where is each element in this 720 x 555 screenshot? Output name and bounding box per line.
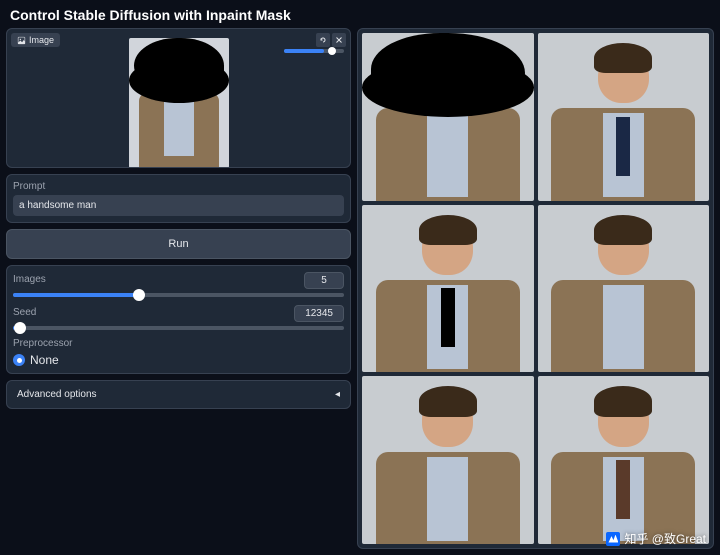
- watermark: 知乎 @致Great: [606, 530, 706, 547]
- run-button[interactable]: Run: [6, 229, 351, 259]
- preprocessor-option-label: None: [30, 353, 59, 367]
- gallery-image[interactable]: [362, 33, 534, 201]
- output-gallery: [357, 28, 714, 549]
- image-icon: [17, 36, 26, 45]
- gallery-image[interactable]: [538, 205, 710, 373]
- advanced-options-label: Advanced options: [17, 389, 97, 400]
- seed-slider[interactable]: [13, 326, 344, 330]
- radio-icon: [13, 354, 25, 366]
- image-tab-label: Image: [29, 35, 54, 45]
- images-value[interactable]: 5: [304, 272, 344, 289]
- advanced-options-accordion[interactable]: Advanced options ◂: [6, 380, 351, 409]
- prompt-input[interactable]: [13, 195, 344, 216]
- page-title: Control Stable Diffusion with Inpaint Ma…: [0, 0, 720, 28]
- settings-panel: Images 5 Seed 12345 Preprocessor: [6, 265, 351, 374]
- prompt-label: Prompt: [13, 181, 344, 192]
- gallery-image[interactable]: [538, 376, 710, 544]
- prompt-panel: Prompt: [6, 174, 351, 223]
- seed-label: Seed: [13, 307, 36, 318]
- seed-value[interactable]: 12345: [294, 305, 344, 322]
- masked-input-image[interactable]: [129, 38, 229, 168]
- gallery-image[interactable]: [362, 205, 534, 373]
- close-icon[interactable]: [332, 33, 346, 47]
- gallery-image[interactable]: [538, 33, 710, 201]
- image-upload-panel[interactable]: Image: [6, 28, 351, 168]
- gallery-image[interactable]: [362, 376, 534, 544]
- images-label: Images: [13, 274, 46, 285]
- images-slider[interactable]: [13, 293, 344, 297]
- preprocessor-label: Preprocessor: [13, 338, 344, 349]
- image-tab[interactable]: Image: [11, 33, 60, 47]
- brush-size-slider[interactable]: [284, 49, 344, 53]
- preprocessor-option-none[interactable]: None: [13, 353, 344, 367]
- zhihu-icon: [606, 532, 620, 546]
- undo-icon[interactable]: [316, 33, 330, 47]
- chevron-left-icon: ◂: [335, 389, 340, 400]
- watermark-text: 知乎 @致Great: [624, 530, 706, 547]
